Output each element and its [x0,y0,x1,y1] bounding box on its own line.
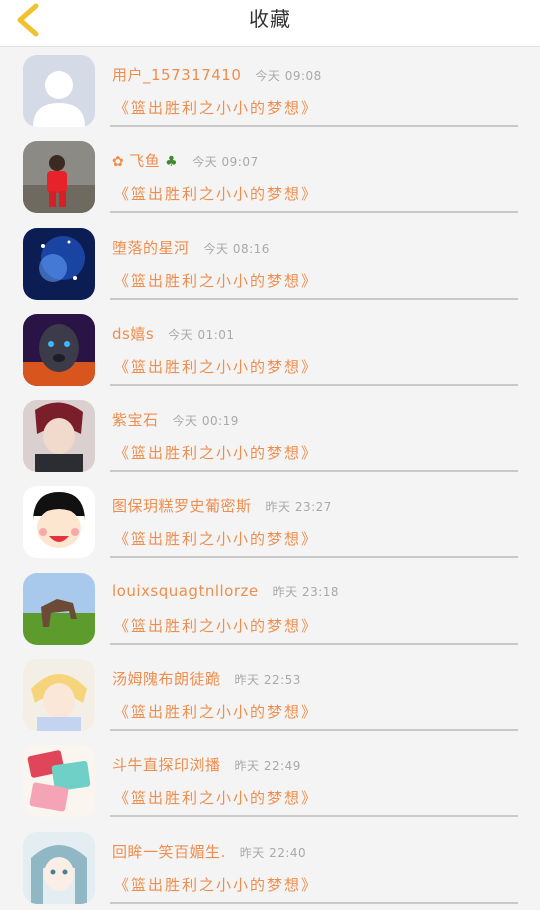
list-item[interactable]: louixsquagtnllorze 昨天 23:18 《篮出胜利之小小的梦想》 [0,565,540,651]
timestamp: 昨天 22:53 [234,673,301,688]
flower-icon: ✿ [112,154,125,171]
avatar[interactable] [23,831,95,904]
user-name[interactable]: 紫宝石 [112,411,159,429]
list-item[interactable]: ✿ 飞鱼 ♣ 今天 09:07 《篮出胜利之小小的梦想》 [0,133,540,219]
list-item[interactable]: 汤姆隗布朗徒跪 昨天 22:53 《篮出胜利之小小的梦想》 [0,651,540,737]
timestamp: 今天 08:16 [203,241,270,256]
book-title[interactable]: 《篮出胜利之小小的梦想》 [114,528,318,549]
item-info: louixsquagtnllorze 昨天 23:18 《篮出胜利之小小的梦想》 [110,573,518,645]
user-name[interactable]: 图保玥糕罗史葡密斯 [112,497,252,515]
book-title[interactable]: 《篮出胜利之小小的梦想》 [114,97,318,118]
user-name[interactable]: 汤姆隗布朗徒跪 [112,670,221,688]
item-info: 回眸一笑百媚生. 昨天 22:40 《篮出胜利之小小的梦想》 [110,832,518,904]
list-item[interactable]: 紫宝石 今天 00:19 《篮出胜利之小小的梦想》 [0,392,540,478]
item-info: 图保玥糕罗史葡密斯 昨天 23:27 《篮出胜利之小小的梦想》 [110,486,518,559]
book-title[interactable]: 《篮出胜利之小小的梦想》 [114,874,318,895]
list-item[interactable]: 图保玥糕罗史葡密斯 昨天 23:27 《篮出胜利之小小的梦想》 [0,478,540,564]
item-info: 斗牛直探印浏播 昨天 22:49 《篮出胜利之小小的梦想》 [110,745,518,818]
timestamp: 今天 01:01 [168,327,235,342]
timestamp: 今天 09:07 [192,155,259,170]
book-title[interactable]: 《篮出胜利之小小的梦想》 [114,615,318,636]
list-item[interactable]: 回眸一笑百媚生. 昨天 22:40 《篮出胜利之小小的梦想》 [0,824,540,910]
user-name[interactable]: 飞鱼 [129,152,160,170]
book-title[interactable]: 《篮出胜利之小小的梦想》 [114,701,318,722]
timestamp: 昨天 23:18 [272,584,340,599]
book-title[interactable]: 《篮出胜利之小小的梦想》 [114,270,318,291]
timestamp: 今天 00:19 [172,414,239,429]
page-title: 收藏 [249,7,291,31]
list-item[interactable]: ds嬉s 今天 01:01 《篮出胜利之小小的梦想》 [0,306,540,392]
list-item[interactable]: 堕落的星河 今天 08:16 《篮出胜利之小小的梦想》 [0,220,540,306]
avatar[interactable] [23,400,95,473]
user-name[interactable]: 堕落的星河 [112,239,190,257]
item-info: 汤姆隗布朗徒跪 昨天 22:53 《篮出胜利之小小的梦想》 [110,659,518,732]
avatar[interactable] [23,141,95,214]
user-name[interactable]: louixsquagtnllorze [112,582,259,600]
item-info: 紫宝石 今天 00:19 《篮出胜利之小小的梦想》 [110,400,518,473]
book-title[interactable]: 《篮出胜利之小小的梦想》 [114,183,318,204]
avatar[interactable] [23,572,95,645]
book-title[interactable]: 《篮出胜利之小小的梦想》 [114,356,318,377]
timestamp: 昨天 22:49 [234,759,301,774]
user-name[interactable]: 回眸一笑百媚生. [112,843,226,861]
book-title[interactable]: 《篮出胜利之小小的梦想》 [114,787,318,808]
clover-icon: ♣ [165,154,179,171]
item-info: ds嬉s 今天 01:01 《篮出胜利之小小的梦想》 [110,314,518,386]
user-name[interactable]: ds嬉s [112,325,154,343]
item-info: 堕落的星河 今天 08:16 《篮出胜利之小小的梦想》 [110,228,518,300]
avatar[interactable] [23,313,95,386]
avatar[interactable] [23,55,95,127]
avatar[interactable] [23,486,95,559]
timestamp: 昨天 23:27 [265,500,332,515]
avatar[interactable] [23,745,95,818]
favorites-list: 用户_157317410 今天 09:08 《篮出胜利之小小的梦想》 ✿ 飞鱼 ♣… [0,47,540,910]
user-name[interactable]: 斗牛直探印浏播 [112,756,221,774]
item-info: ✿ 飞鱼 ♣ 今天 09:07 《篮出胜利之小小的梦想》 [110,141,518,214]
timestamp: 昨天 22:40 [239,845,307,860]
timestamp: 今天 09:08 [255,69,322,83]
avatar[interactable] [23,227,95,300]
header-bar: 收藏 [0,0,540,47]
book-title[interactable]: 《篮出胜利之小小的梦想》 [114,442,318,463]
user-name[interactable]: 用户_157317410 [112,66,241,84]
item-info: 用户_157317410 今天 09:08 《篮出胜利之小小的梦想》 [110,55,518,127]
list-item[interactable]: 用户_157317410 今天 09:08 《篮出胜利之小小的梦想》 [0,47,540,133]
list-item[interactable]: 斗牛直探印浏播 昨天 22:49 《篮出胜利之小小的梦想》 [0,737,540,823]
avatar[interactable] [23,659,95,732]
